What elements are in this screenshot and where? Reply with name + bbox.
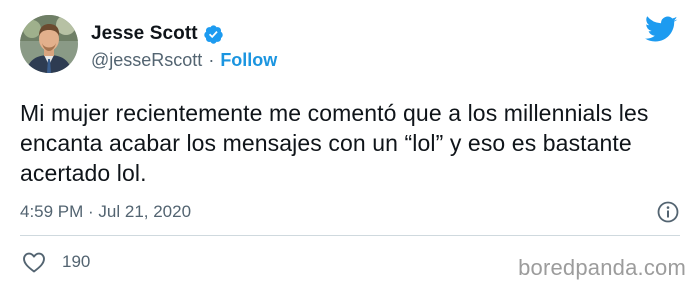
avatar[interactable]	[20, 15, 78, 73]
tweet-timestamp[interactable]: 4:59 PM · Jul 21, 2020	[20, 202, 191, 222]
separator-dot: ·	[208, 50, 215, 70]
divider	[20, 235, 680, 236]
watermark: boredpanda.com	[518, 255, 686, 280]
twitter-bird-icon[interactable]	[645, 16, 678, 44]
verified-badge-icon	[203, 24, 224, 45]
heart-icon[interactable]	[22, 251, 46, 273]
display-name[interactable]: Jesse Scott	[91, 23, 198, 45]
info-icon[interactable]	[656, 200, 680, 224]
tweet-card: Jesse Scott @jesseRscott · Follow Mi muj…	[0, 0, 700, 288]
tweet-header: Jesse Scott @jesseRscott · Follow	[20, 14, 680, 86]
user-block: Jesse Scott @jesseRscott · Follow	[91, 22, 277, 71]
user-handle[interactable]: @jesseRscott	[91, 50, 202, 71]
name-row: Jesse Scott	[91, 22, 277, 46]
handle-row: @jesseRscott · Follow	[91, 50, 277, 71]
avatar-image	[20, 15, 78, 73]
tweet-text: Mi mujer recientemente me comentó que a …	[20, 100, 649, 186]
like-count: 190	[62, 252, 91, 271]
follow-button[interactable]: Follow	[220, 50, 277, 71]
like-action[interactable]: 190	[22, 251, 90, 273]
